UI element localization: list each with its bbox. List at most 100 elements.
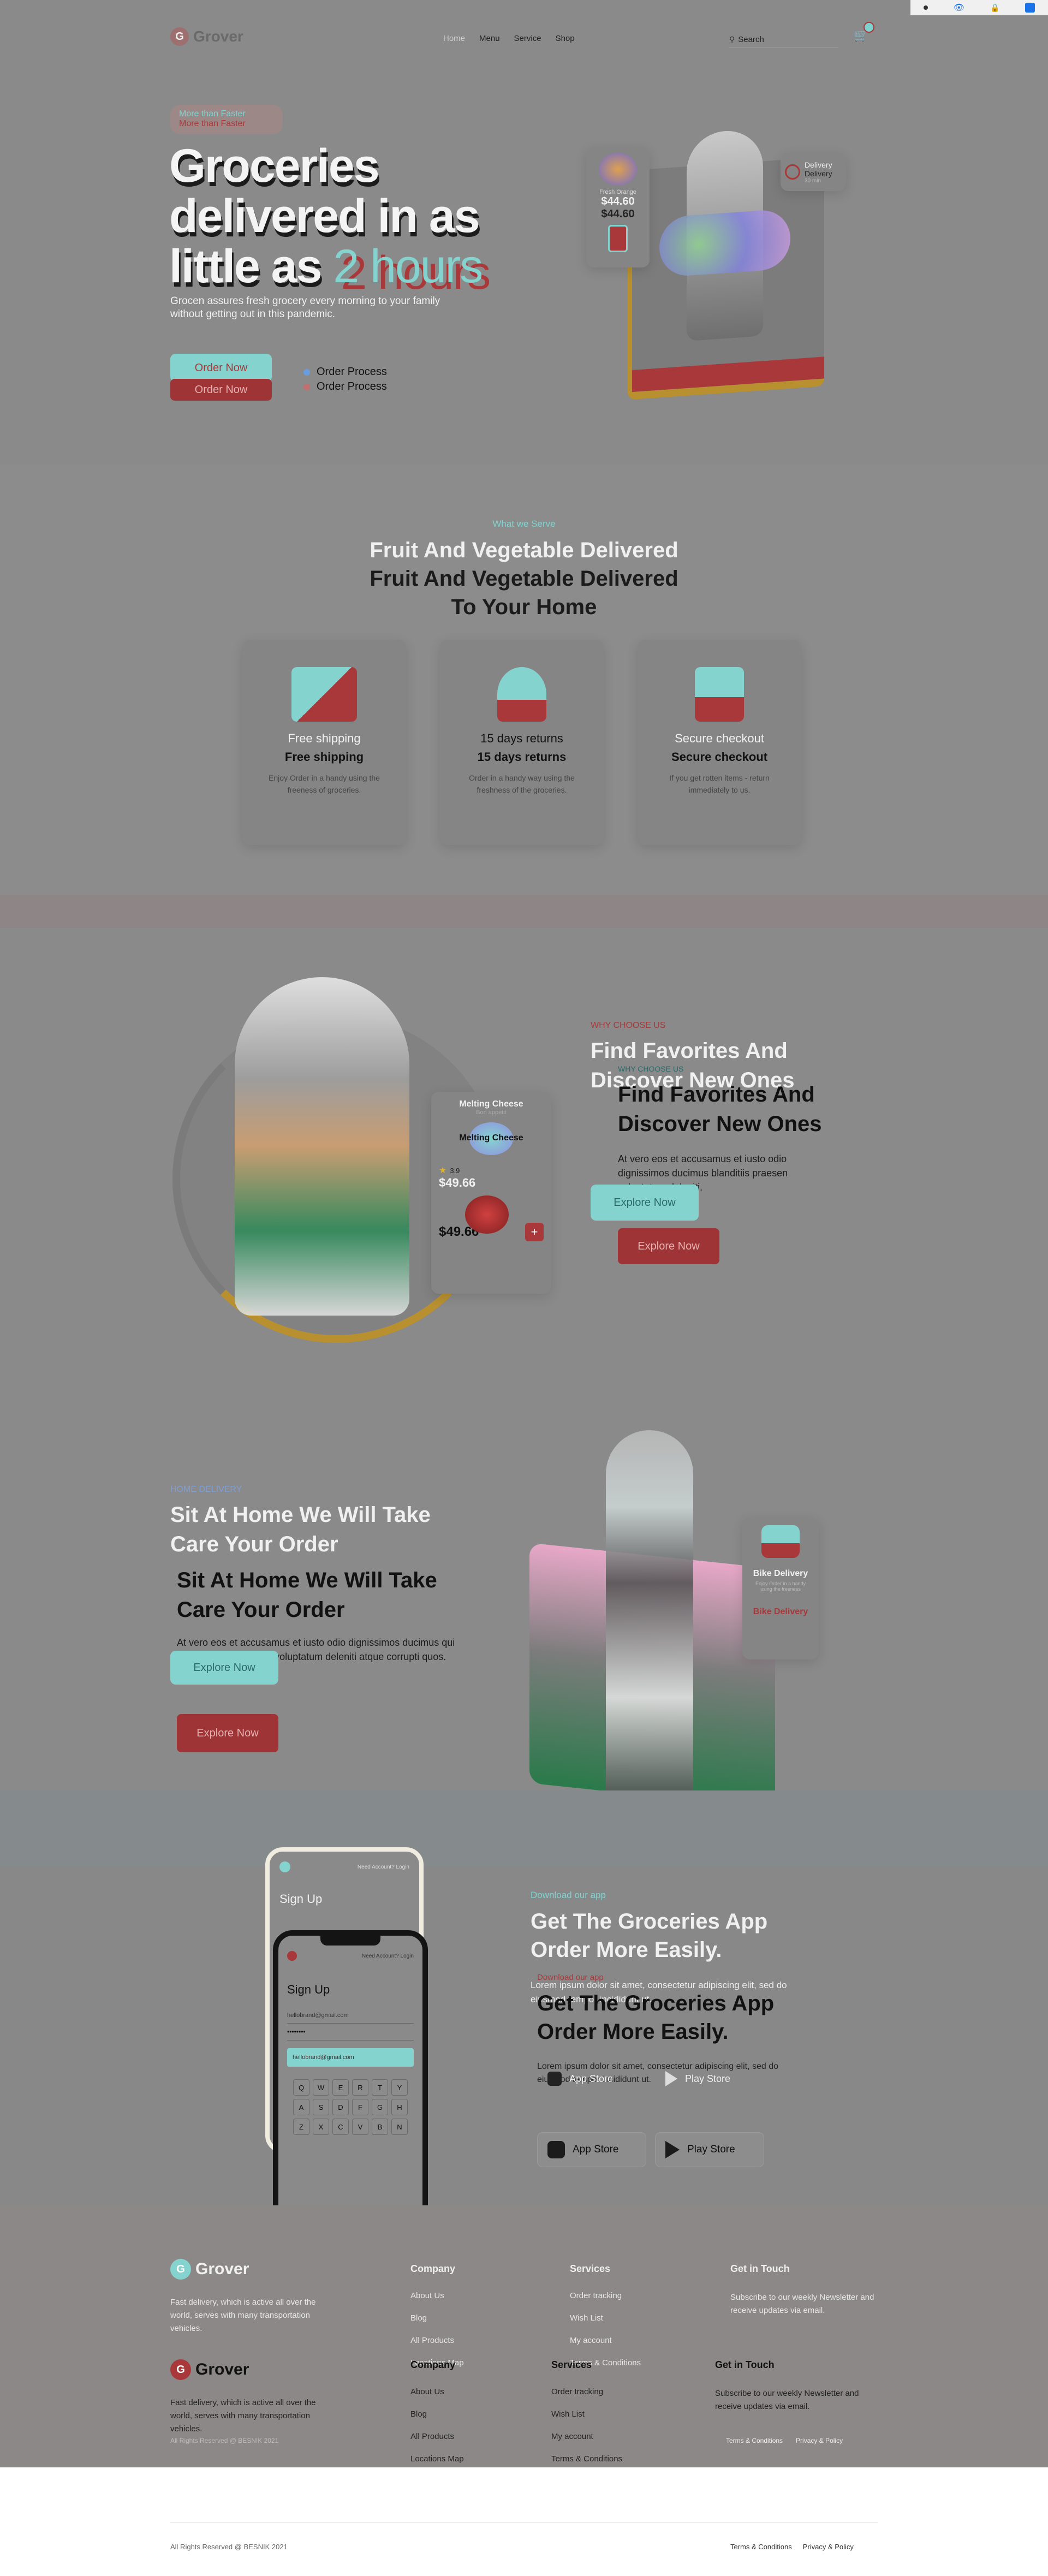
product-rating: ★ 3.9 bbox=[439, 1165, 544, 1176]
price-card-price-echo: $44.60 bbox=[601, 208, 635, 220]
add-to-cart-button[interactable] bbox=[608, 225, 628, 252]
eye-icon[interactable]: 👁 bbox=[954, 2, 964, 13]
key-c[interactable]: C bbox=[332, 2119, 349, 2135]
key-y[interactable]: Y bbox=[391, 2079, 408, 2096]
serve-title-line1: Fruit And Vegetable Delivered bbox=[370, 538, 678, 562]
key-b[interactable]: B bbox=[372, 2119, 388, 2135]
footer-touch-echo-title: Get in Touch bbox=[715, 2359, 775, 2370]
phone-back-icon[interactable] bbox=[279, 1861, 290, 1872]
key-w[interactable]: W bbox=[313, 2079, 329, 2096]
key-h[interactable]: H bbox=[391, 2099, 408, 2115]
choose-person-figure bbox=[235, 977, 409, 1316]
footer-echo-link-tracking[interactable]: Order tracking bbox=[551, 2387, 622, 2396]
app-store-button-echo[interactable]: App Store bbox=[537, 2132, 646, 2167]
footer-echo-link-blog[interactable]: Blog bbox=[410, 2410, 464, 2419]
footer-echo-link-locations[interactable]: Locations Map bbox=[410, 2454, 464, 2464]
bike-delivery-card: Bike Delivery Enjoy Order in a handy usi… bbox=[742, 1518, 819, 1659]
footer-services-column-echo: Services Order tracking Wish List My acc… bbox=[551, 2359, 622, 2477]
phone-mockup-front: Need Account? Login Sign Up hellobrand@g… bbox=[273, 1930, 428, 2230]
strawberry-icon bbox=[465, 1195, 509, 1234]
nav-item-shop[interactable]: Shop bbox=[556, 34, 575, 43]
key-t[interactable]: T bbox=[372, 2079, 388, 2096]
key-v[interactable]: V bbox=[352, 2119, 368, 2135]
key-z[interactable]: Z bbox=[293, 2119, 309, 2135]
footer-echo-link-about[interactable]: About Us bbox=[410, 2387, 464, 2396]
footer-services-title: Services bbox=[570, 2263, 611, 2274]
phone-login-link[interactable]: Need Account? Login bbox=[358, 1864, 409, 1870]
phone-signup-button-text: hellobrand@gmail.com bbox=[293, 2054, 354, 2061]
footer-link-wishlist[interactable]: Wish List bbox=[570, 2313, 641, 2323]
key-s[interactable]: S bbox=[313, 2099, 329, 2115]
order-process-link[interactable]: Order Process Order Process bbox=[303, 366, 387, 393]
footer-link-products[interactable]: All Products bbox=[410, 2336, 464, 2345]
delivery-explore-button[interactable]: Explore Now bbox=[170, 1651, 278, 1685]
nav-item-service[interactable]: Service bbox=[514, 34, 541, 43]
footer-echo-link-terms[interactable]: Terms & Conditions bbox=[551, 2454, 622, 2464]
footer-link-about[interactable]: About Us bbox=[410, 2291, 464, 2300]
order-now-button[interactable]: Order Now bbox=[170, 354, 272, 382]
order-process-label-echo: Order Process bbox=[317, 380, 387, 392]
choose-eyebrow: WHY CHOOSE US bbox=[591, 1021, 666, 1030]
key-f[interactable]: F bbox=[352, 2099, 368, 2115]
delivery-card: Delivery Delivery 30 min bbox=[781, 153, 846, 191]
footer-logo[interactable]: G Grover bbox=[170, 2259, 249, 2280]
phone-email-field[interactable]: hellobrand@gmail.com bbox=[287, 2008, 414, 2024]
feature-card-title: Secure checkout bbox=[675, 731, 764, 745]
choose-explore-button-echo[interactable]: Explore Now bbox=[618, 1228, 719, 1264]
key-e[interactable]: E bbox=[332, 2079, 349, 2096]
hero-badge-text: More than Faster bbox=[179, 109, 246, 118]
nav-item-menu[interactable]: Menu bbox=[479, 34, 500, 43]
footer-link-blog[interactable]: Blog bbox=[410, 2313, 464, 2323]
key-a[interactable]: A bbox=[293, 2099, 309, 2115]
footer-touch-title: Get in Touch bbox=[730, 2263, 790, 2274]
footer-logo-echo[interactable]: G Grover bbox=[170, 2359, 249, 2380]
extension-icon[interactable] bbox=[1025, 3, 1035, 13]
phone-front-back-icon[interactable] bbox=[287, 1951, 297, 1961]
key-x[interactable]: X bbox=[313, 2119, 329, 2135]
site-logo[interactable]: G Grover bbox=[170, 27, 243, 46]
feature-card-desc: Order in a handy way using the freshness… bbox=[469, 774, 575, 794]
choose-explore-button[interactable]: Explore Now bbox=[591, 1185, 699, 1221]
footer-link-tracking[interactable]: Order tracking bbox=[570, 2291, 641, 2300]
phone-password-field[interactable]: •••••••• bbox=[287, 2024, 414, 2040]
app-section-bg bbox=[0, 1790, 1048, 1867]
apple-icon bbox=[547, 2072, 562, 2086]
footer-echo-link-wishlist[interactable]: Wish List bbox=[551, 2410, 622, 2419]
key-q[interactable]: Q bbox=[293, 2079, 309, 2096]
phone-front-topbar: Need Account? Login bbox=[287, 1951, 414, 1961]
delivery-explore-button-echo[interactable]: Explore Now bbox=[177, 1714, 278, 1752]
footer-legal-links: Terms & Conditions Privacy & Policy bbox=[730, 2543, 854, 2551]
play-store-button[interactable]: Play Store bbox=[655, 2065, 764, 2093]
footer-legal-privacy-ghost[interactable]: Privacy & Policy bbox=[796, 2437, 843, 2444]
footer-legal-terms-ghost[interactable]: Terms & Conditions bbox=[726, 2437, 783, 2444]
key-g[interactable]: G bbox=[372, 2099, 388, 2115]
key-r[interactable]: R bbox=[352, 2079, 368, 2096]
hero-title-highlight: 2 hours bbox=[333, 240, 483, 293]
delivery-title-echo-line2: Care Your Order bbox=[177, 1598, 345, 1622]
menu-dot-icon[interactable] bbox=[923, 5, 928, 10]
footer-company-echo-title: Company bbox=[410, 2359, 456, 2370]
feature-card-desc: If you get rotten items - return immedia… bbox=[669, 774, 770, 794]
cart-button[interactable]: 🛒 bbox=[854, 22, 874, 48]
add-product-button[interactable]: + bbox=[525, 1223, 544, 1241]
search-box[interactable]: ⚲ Search bbox=[729, 32, 838, 48]
footer-link-terms-conditions[interactable]: Terms & Conditions bbox=[730, 2543, 792, 2551]
footer-link-account[interactable]: My account bbox=[570, 2336, 641, 2345]
app-store-button[interactable]: App Store bbox=[537, 2065, 646, 2093]
key-n[interactable]: N bbox=[391, 2119, 408, 2135]
footer-link-privacy[interactable]: Privacy & Policy bbox=[803, 2543, 854, 2551]
key-d[interactable]: D bbox=[332, 2099, 349, 2115]
footer-copyright-ghost: All Rights Reserved @ BESNIK 2021 bbox=[170, 2437, 279, 2444]
phone-front-login-link[interactable]: Need Account? Login bbox=[362, 1953, 414, 1959]
hero-badge: More than Faster More than Faster bbox=[170, 105, 283, 134]
price-card: Fresh Orange $44.60 $44.60 bbox=[586, 147, 650, 267]
footer-echo-link-account[interactable]: My account bbox=[551, 2432, 622, 2441]
choose-title-line1: Find Favorites And bbox=[591, 1039, 788, 1063]
footer-echo-link-products[interactable]: All Products bbox=[410, 2432, 464, 2441]
play-store-button-echo[interactable]: Play Store bbox=[655, 2132, 764, 2167]
nav-item-home[interactable]: Home bbox=[443, 34, 465, 43]
phone-signup-button[interactable]: hellobrand@gmail.com bbox=[287, 2048, 414, 2067]
lock-icon[interactable]: 🔒 bbox=[990, 3, 999, 13]
money-hand-icon bbox=[497, 667, 546, 722]
delivery-card-sub: 30 min bbox=[805, 177, 821, 184]
